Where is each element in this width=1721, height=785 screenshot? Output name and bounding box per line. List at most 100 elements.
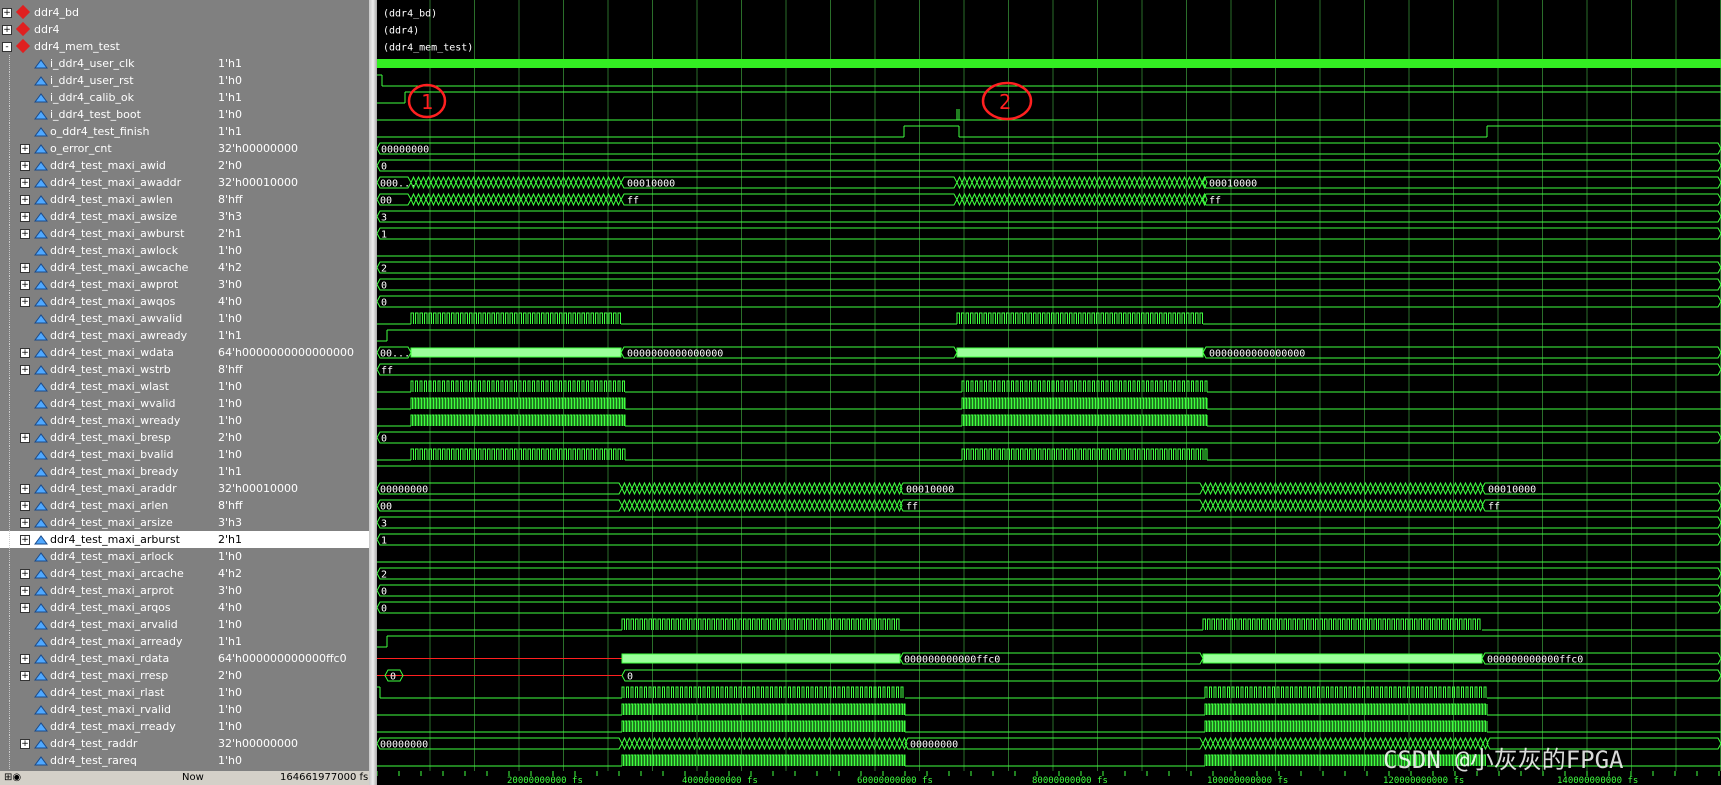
expand-icon[interactable]: + (20, 212, 30, 222)
signal-name: ddr4_bd (34, 6, 79, 19)
expand-icon[interactable]: + (20, 365, 30, 375)
scope-icon (15, 21, 31, 37)
expand-icon[interactable]: + (20, 161, 30, 171)
bus-signal-icon (34, 603, 48, 613)
signal-row-o_error_cnt[interactable]: + o_error_cnt (0, 140, 214, 157)
pulse-train (621, 703, 906, 715)
signal-row-ddr4_test_maxi_wdata[interactable]: + ddr4_test_maxi_wdata (0, 344, 214, 361)
signal-row-ddr4_test_maxi_awburst[interactable]: + ddr4_test_maxi_awburst (0, 225, 214, 242)
expand-icon[interactable]: + (20, 671, 30, 681)
signal-row-ddr4_test_maxi_arlock[interactable]: ddr4_test_maxi_arlock (0, 548, 214, 565)
signal-row-ddr4_test_raddr[interactable]: + ddr4_test_raddr (0, 735, 214, 752)
signal-row-ddr4_test_maxi_wready[interactable]: ddr4_test_maxi_wready (0, 412, 214, 429)
bus-signal-icon (34, 297, 48, 307)
expand-icon[interactable]: + (20, 280, 30, 290)
signal-row-ddr4_test_maxi_wvalid[interactable]: ddr4_test_maxi_wvalid (0, 395, 214, 412)
waveform-panel[interactable]: 20000000000 fs 40000000000 fs 60000000000 … (377, 0, 1721, 785)
waveform-canvas[interactable]: 20000000000 fs 40000000000 fs 60000000000 … (377, 0, 1721, 785)
signal-row-ddr4_test_maxi_rlast[interactable]: ddr4_test_maxi_rlast (0, 684, 214, 701)
bus-signal-icon (34, 739, 48, 749)
signal-value: 1'h0 (218, 720, 242, 733)
expand-icon[interactable]: + (20, 654, 30, 664)
signal-row-ddr4_test_maxi_arqos[interactable]: + ddr4_test_maxi_arqos (0, 599, 214, 616)
watermark: CSDN @小灰灰的FPGA (1383, 746, 1624, 774)
signal-row-i_ddr4_test_boot[interactable]: i_ddr4_test_boot (0, 106, 214, 123)
expand-icon[interactable]: + (20, 195, 30, 205)
signal-row-ddr4_test_maxi_araddr[interactable]: + ddr4_test_maxi_araddr (0, 480, 214, 497)
expand-icon[interactable]: + (20, 297, 30, 307)
signal-value: 1'h0 (218, 550, 242, 563)
signal-row-ddr4_test_maxi_arlen[interactable]: + ddr4_test_maxi_arlen (0, 497, 214, 514)
expand-icon[interactable]: + (20, 229, 30, 239)
bus-segment (620, 193, 958, 206)
signal-row-ddr4_test_maxi_awlen[interactable]: + ddr4_test_maxi_awlen (0, 191, 214, 208)
pane-splitter[interactable] (369, 0, 377, 785)
expand-icon[interactable]: + (20, 518, 30, 528)
signal-row-ddr4_test_maxi_awready[interactable]: ddr4_test_maxi_awready (0, 327, 214, 344)
expand-icon[interactable]: + (20, 144, 30, 154)
signal-name: ddr4_test_maxi_arvalid (50, 618, 178, 631)
signal-row-ddr4_test_maxi_arcache[interactable]: + ddr4_test_maxi_arcache (0, 565, 214, 582)
signal-row-ddr4_test_maxi_arburst[interactable]: + ddr4_test_maxi_arburst (0, 531, 214, 548)
signal-row-ddr4_mem_test[interactable]: - ddr4_mem_test (0, 38, 214, 55)
signal-row-o_ddr4_test_finish[interactable]: o_ddr4_test_finish (0, 123, 214, 140)
expand-icon[interactable]: + (20, 501, 30, 511)
signal-row-i_ddr4_user_rst[interactable]: i_ddr4_user_rst (0, 72, 214, 89)
signal-row-i_ddr4_user_clk[interactable]: i_ddr4_user_clk (0, 55, 214, 72)
bus-value-label: 00 (380, 196, 392, 207)
expand-icon[interactable]: + (20, 484, 30, 494)
expand-icon[interactable]: + (20, 433, 30, 443)
bus-transitions (956, 175, 1208, 190)
signal-row-ddr4_test_rareq[interactable]: ddr4_test_rareq (0, 752, 214, 769)
expand-icon[interactable]: + (20, 569, 30, 579)
signal-row-ddr4_test_maxi_arready[interactable]: ddr4_test_maxi_arready (0, 633, 214, 650)
signal-value: 4'h0 (218, 601, 242, 614)
signal-row-ddr4_test_maxi_arsize[interactable]: + ddr4_test_maxi_arsize (0, 514, 214, 531)
expand-icon[interactable]: + (2, 8, 12, 18)
expand-icon[interactable]: + (20, 586, 30, 596)
signal-row-ddr4_test_maxi_rready[interactable]: ddr4_test_maxi_rready (0, 718, 214, 735)
expand-icon[interactable]: + (20, 739, 30, 749)
tree-line (9, 310, 10, 327)
signal-row-ddr4_test_maxi_awaddr[interactable]: + ddr4_test_maxi_awaddr (0, 174, 214, 191)
signal-name-panel[interactable]: + ddr4_bd + ddr4 - ddr4_mem_test i_ddr4_user_c… (0, 0, 215, 785)
expand-icon[interactable]: + (20, 603, 30, 613)
signal-row-ddr4_test_maxi_awcache[interactable]: + ddr4_test_maxi_awcache (0, 259, 214, 276)
signal-row-ddr4_test_maxi_bvalid[interactable]: ddr4_test_maxi_bvalid (0, 446, 214, 463)
bus-value-label: 0 (381, 587, 387, 598)
signal-row-ddr4_test_maxi_rvalid[interactable]: ddr4_test_maxi_rvalid (0, 701, 214, 718)
signal-row-ddr4_test_maxi_awid[interactable]: + ddr4_test_maxi_awid (0, 157, 214, 174)
signal-row-ddr4_test_maxi_bready[interactable]: ddr4_test_maxi_bready (0, 463, 214, 480)
expand-icon[interactable]: + (20, 263, 30, 273)
signal-row-ddr4_bd[interactable]: + ddr4_bd (0, 4, 214, 21)
signal-row-ddr4_test_maxi_awlock[interactable]: ddr4_test_maxi_awlock (0, 242, 214, 259)
expand-icon[interactable]: + (2, 25, 12, 35)
signal-row-ddr4_test_maxi_awvalid[interactable]: ddr4_test_maxi_awvalid (0, 310, 214, 327)
footer-cursor-icons[interactable]: ⊞◉ (4, 771, 21, 785)
expand-icon[interactable]: + (20, 348, 30, 358)
tree-line (9, 327, 10, 344)
signal-row-ddr4_test_maxi_rresp[interactable]: + ddr4_test_maxi_rresp (0, 667, 214, 684)
signal-name: ddr4_test_maxi_wvalid (50, 397, 176, 410)
signal-row-ddr4_test_maxi_awsize[interactable]: + ddr4_test_maxi_awsize (0, 208, 214, 225)
signal-value: 1'h0 (218, 397, 242, 410)
signal-row-ddr4_test_maxi_arvalid[interactable]: ddr4_test_maxi_arvalid (0, 616, 214, 633)
signal-row-ddr4_test_maxi_awprot[interactable]: + ddr4_test_maxi_awprot (0, 276, 214, 293)
bus-data-fill (1202, 653, 1483, 664)
signal-name: ddr4_test_maxi_arready (50, 635, 183, 648)
signal-row-ddr4_test_maxi_wstrb[interactable]: + ddr4_test_maxi_wstrb (0, 361, 214, 378)
signal-row-ddr4_test_maxi_awqos[interactable]: + ddr4_test_maxi_awqos (0, 293, 214, 310)
expand-icon[interactable]: + (20, 535, 30, 545)
bus-signal-icon (34, 212, 48, 222)
signal-value-panel[interactable]: 1'h1 1'h0 1'h1 1'h0 1'h1 32'h00000000 2'h0 32'h… (214, 0, 371, 785)
expand-icon[interactable]: + (20, 178, 30, 188)
collapse-icon[interactable]: - (2, 42, 12, 52)
signal-row-ddr4[interactable]: + ddr4 (0, 21, 214, 38)
signal-row-ddr4_test_maxi_arprot[interactable]: + ddr4_test_maxi_arprot (0, 582, 214, 599)
bus-signal-icon (34, 348, 48, 358)
signal-row-ddr4_test_maxi_wlast[interactable]: ddr4_test_maxi_wlast (0, 378, 214, 395)
signal-row-i_ddr4_calib_ok[interactable]: i_ddr4_calib_ok (0, 89, 214, 106)
signal-row-ddr4_test_maxi_rdata[interactable]: + ddr4_test_maxi_rdata (0, 650, 214, 667)
signal-name: ddr4_test_maxi_arlock (50, 550, 174, 563)
signal-row-ddr4_test_maxi_bresp[interactable]: + ddr4_test_maxi_bresp (0, 429, 214, 446)
